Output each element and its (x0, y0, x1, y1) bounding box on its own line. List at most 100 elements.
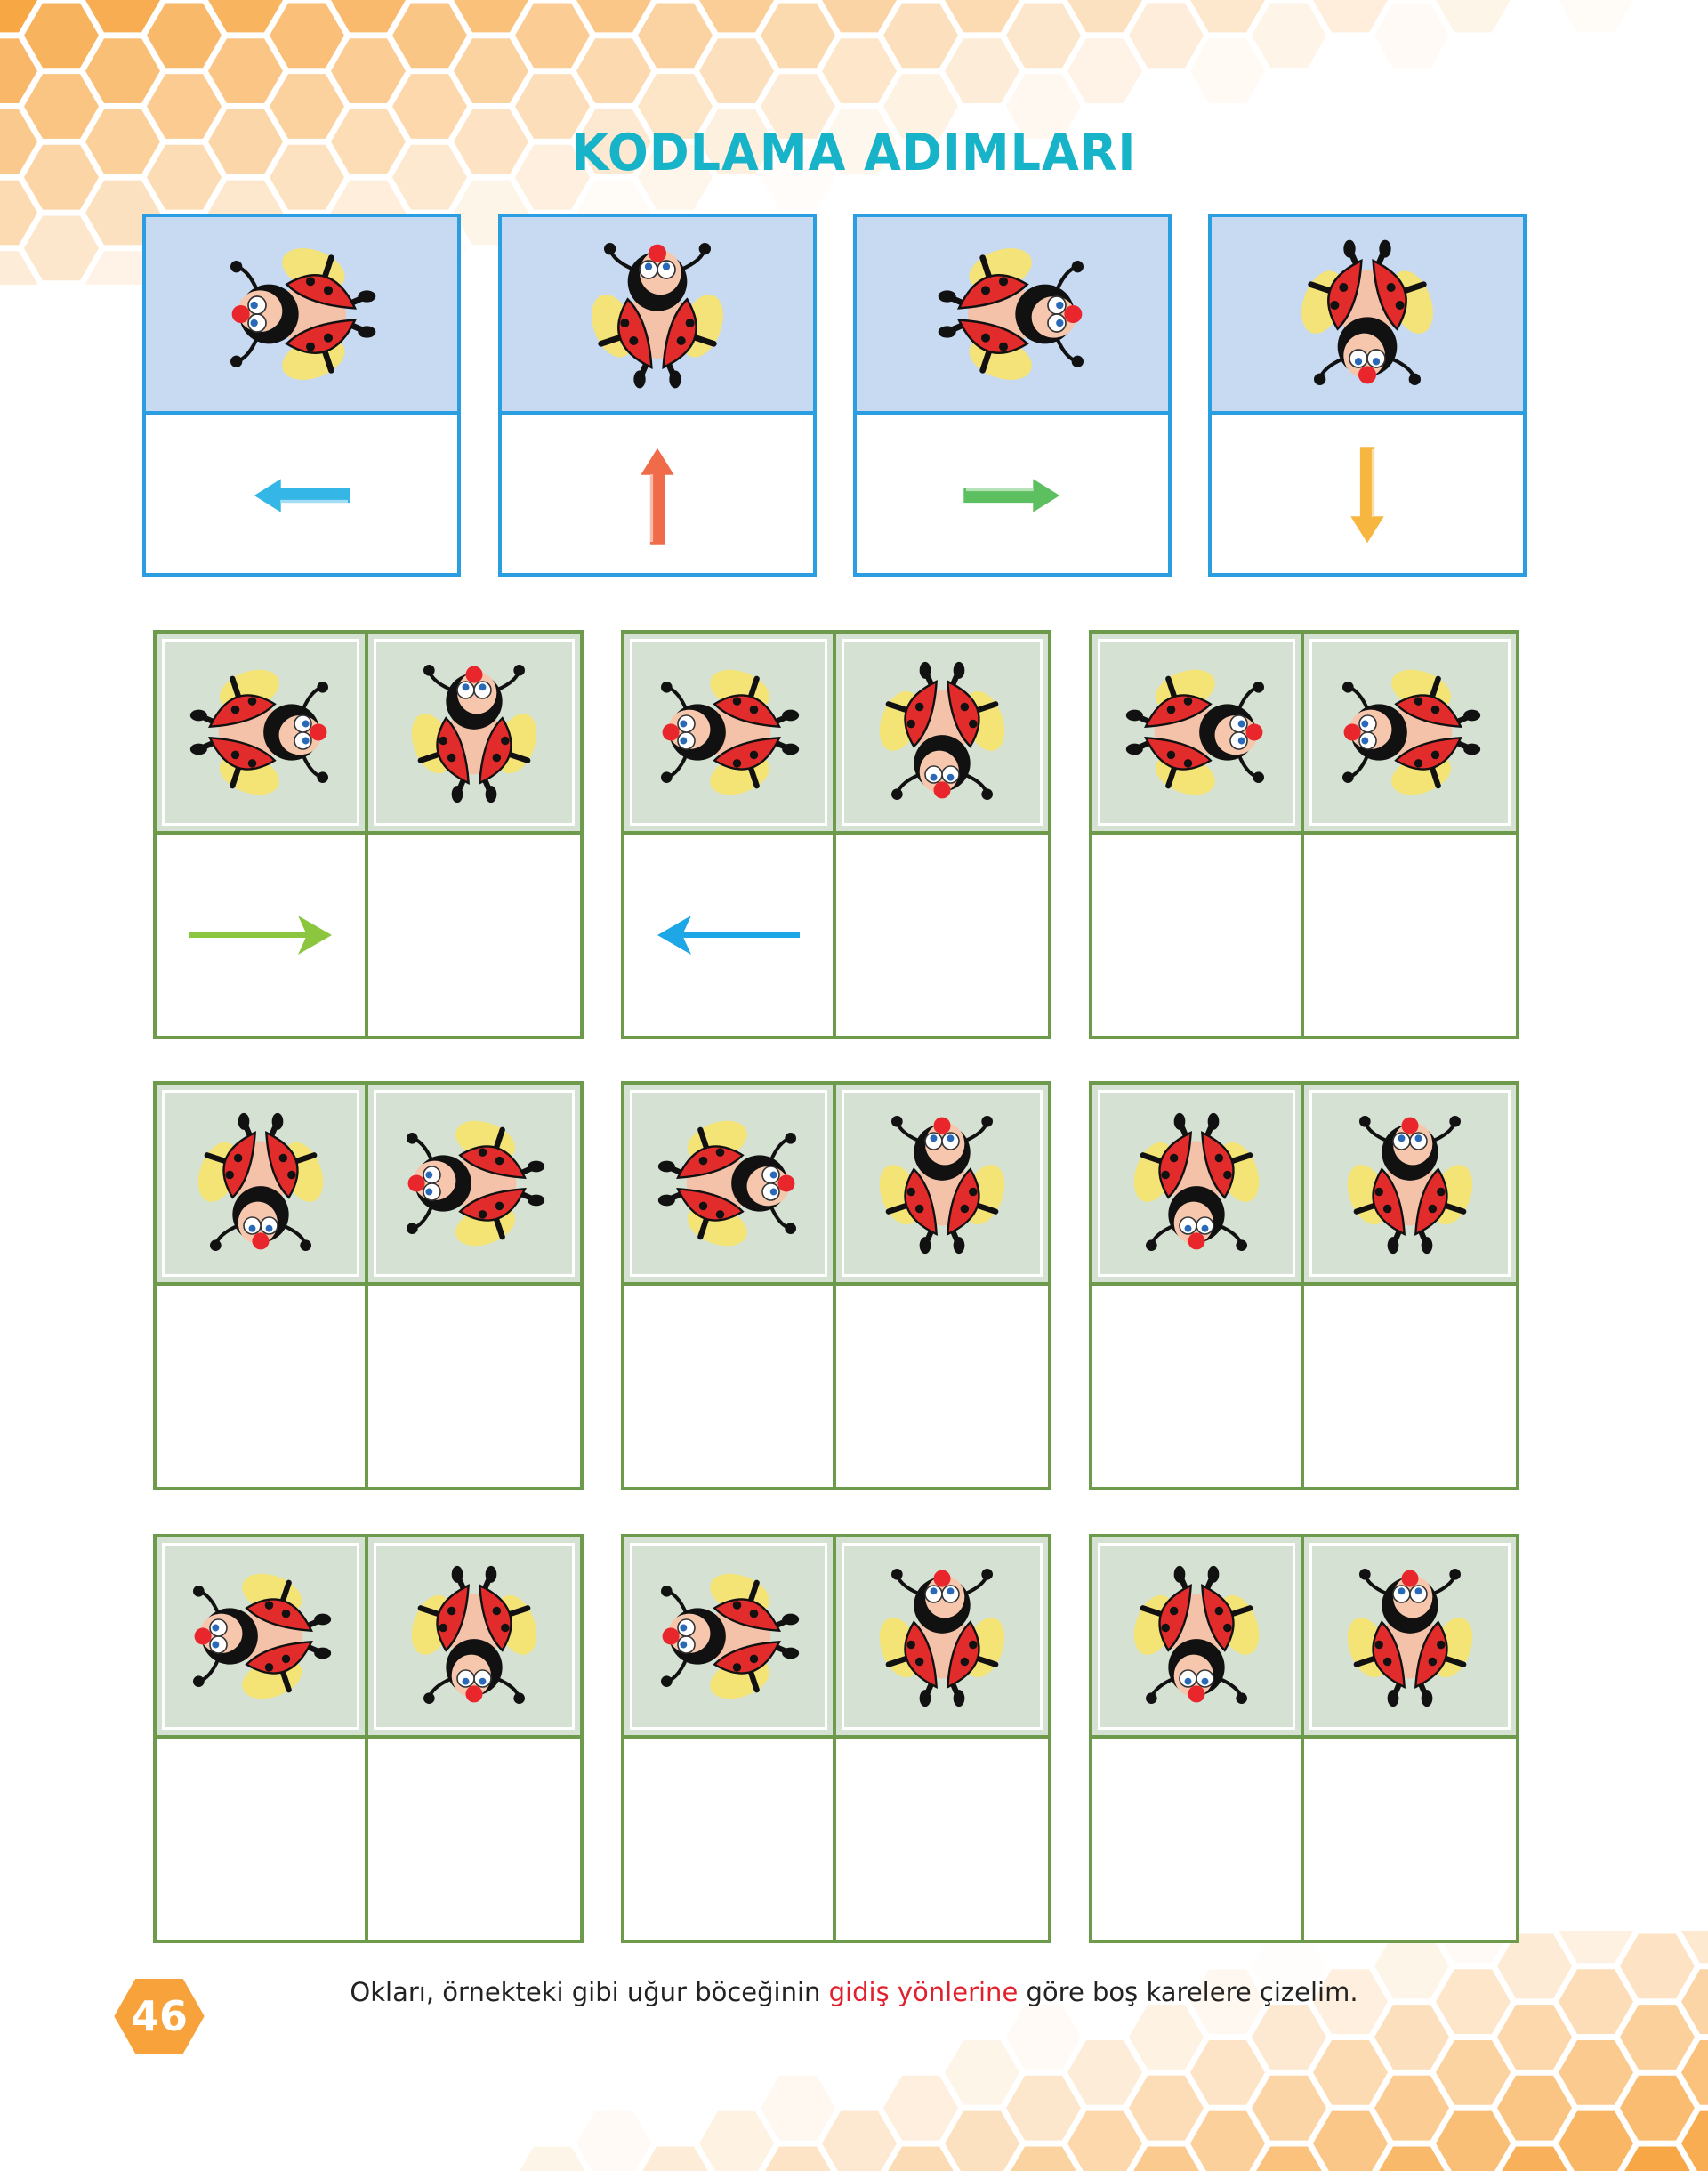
honeycomb-cell (822, 0, 897, 33)
honeycomb-cell (1129, 2005, 1204, 2070)
answer-cell-empty[interactable] (836, 835, 1048, 1036)
honeycomb-cell (761, 3, 835, 69)
honeycomb-cell (883, 2075, 958, 2141)
honeycomb-cell (0, 251, 37, 285)
honeycomb-cell (1252, 2075, 1326, 2141)
puzzle-7 (153, 1534, 584, 1943)
answer-cell-empty[interactable] (1092, 1286, 1304, 1487)
answer-cell-empty[interactable] (368, 835, 580, 1036)
honeycomb-cell (1379, 2146, 1445, 2171)
honeycomb-cell (945, 38, 1019, 103)
ladybug-left-icon (407, 1120, 545, 1247)
down-arrow-icon (1345, 444, 1390, 549)
ladybug-cell (1304, 1085, 1516, 1286)
puzzle-4 (153, 1081, 584, 1490)
answer-cell-filled[interactable] (624, 835, 836, 1036)
answer-cell-empty[interactable] (368, 1739, 580, 1940)
answer-cell-empty[interactable] (836, 1739, 1048, 1940)
honeycomb-cell (699, 38, 774, 103)
answer-cell-empty[interactable] (1092, 1739, 1304, 1940)
honeycomb-cell (331, 38, 406, 103)
honeycomb-cell (1190, 38, 1265, 103)
honeycomb-cell (1497, 2075, 1572, 2141)
legend-arrow-panel (1212, 415, 1523, 577)
answer-cell-filled[interactable] (157, 835, 368, 1036)
honeycomb-cell (515, 3, 590, 69)
answer-cell-empty[interactable] (157, 1739, 368, 1940)
honeycomb-cell (454, 38, 528, 103)
honeycomb-cell (270, 3, 344, 69)
honeycomb-cell (1436, 2040, 1511, 2105)
ladybug-cell (368, 634, 580, 835)
honeycomb-cell (1190, 2110, 1265, 2171)
honeycomb-cell (1006, 2075, 1081, 2141)
honeycomb-decoration-bottom (520, 1931, 1708, 2171)
right-arrow-icon (961, 473, 1066, 518)
honeycomb-cell (1190, 2040, 1265, 2105)
right-drawn-arrow-icon (189, 916, 332, 955)
instruction-text: Okları, örnekteki gibi uğur böceğinin gi… (0, 1977, 1708, 2007)
answer-cell-empty[interactable] (1304, 835, 1516, 1036)
honeycomb-cell (1068, 38, 1142, 103)
honeycomb-cell (1129, 2075, 1204, 2141)
instruction-part-1: Okları, örnekteki gibi uğur böceğinin (350, 1977, 829, 2007)
ladybug-cell (368, 1537, 580, 1739)
honeycomb-cell (945, 0, 1019, 33)
legend-card-up (498, 214, 817, 577)
puzzle-2 (621, 630, 1051, 1039)
answer-cell-empty[interactable] (624, 1739, 836, 1940)
ladybug-cell (1092, 634, 1304, 835)
honeycomb-cell (576, 2110, 651, 2171)
honeycomb-cell (1681, 2110, 1708, 2171)
honeycomb-cell (1006, 3, 1081, 69)
answer-cell-empty[interactable] (624, 1286, 836, 1487)
honeycomb-cell (642, 2146, 708, 2171)
honeycomb-cell (1256, 2146, 1322, 2171)
ladybug-down-icon (879, 661, 1005, 800)
ladybug-cell (157, 634, 368, 835)
honeycomb-cell (1011, 2146, 1076, 2171)
honeycomb-cell (1620, 2005, 1695, 2070)
ladybug-left-icon (1342, 669, 1481, 795)
honeycomb-cell (85, 38, 160, 103)
ladybug-cell (836, 634, 1048, 835)
honeycomb-cell (1681, 1931, 1708, 1964)
ladybug-down-icon (1301, 239, 1433, 386)
puzzle-5 (621, 1081, 1051, 1490)
honeycomb-cell (392, 3, 467, 69)
honeycomb-cell (1559, 2040, 1633, 2105)
ladybug-up-icon (1347, 1116, 1473, 1255)
ladybug-cell (1304, 634, 1516, 835)
honeycomb-cell (85, 0, 160, 33)
ladybug-up-icon (1347, 1569, 1473, 1707)
honeycomb-cell (1313, 0, 1388, 33)
honeycomb-cell (1252, 2005, 1326, 2070)
honeycomb-cell (0, 38, 37, 103)
ladybug-down-icon (1133, 1112, 1260, 1251)
honeycomb-cell (822, 2110, 897, 2171)
answer-cell-empty[interactable] (368, 1286, 580, 1487)
honeycomb-cell (1502, 2146, 1567, 2171)
honeycomb-cell (638, 3, 713, 69)
legend-ladybug-panel (1212, 217, 1523, 415)
ladybug-cell (157, 1085, 368, 1286)
honeycomb-cell (945, 2110, 1019, 2171)
ladybug-down-icon (411, 1565, 537, 1704)
puzzle-1 (153, 630, 584, 1039)
legend-arrow-panel (502, 415, 813, 577)
answer-cell-empty[interactable] (157, 1286, 368, 1487)
legend-arrow-panel (146, 415, 457, 577)
ladybug-cell (624, 1085, 836, 1286)
legend-card-down (1208, 214, 1527, 577)
answer-cell-empty[interactable] (1304, 1739, 1516, 1940)
answer-cell-empty[interactable] (1304, 1286, 1516, 1487)
ladybug-cell (1092, 1085, 1304, 1286)
honeycomb-cell (1559, 2110, 1633, 2171)
ladybug-cell (624, 1537, 836, 1739)
ladybug-cell (624, 634, 836, 835)
answer-cell-empty[interactable] (836, 1286, 1048, 1487)
answer-cell-empty[interactable] (1092, 835, 1304, 1036)
honeycomb-cell (1559, 1931, 1633, 1964)
honeycomb-cell (0, 180, 37, 246)
honeycomb-cell (0, 0, 37, 33)
